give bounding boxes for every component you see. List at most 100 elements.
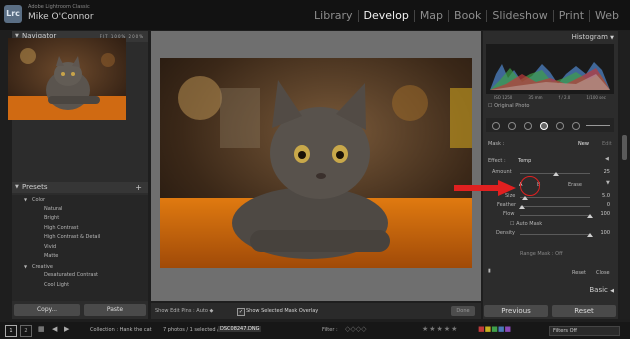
main-photo[interactable] bbox=[160, 58, 472, 268]
density-slider-track[interactable] bbox=[520, 234, 590, 235]
filter-label: Filter : bbox=[322, 327, 338, 333]
preset-group-creative[interactable]: ▼ Creative bbox=[12, 262, 148, 272]
user-name: Mike O'Connor bbox=[28, 12, 94, 22]
mask-overlay-label: Show Selected Mask Overlay bbox=[246, 308, 319, 314]
red-eye-icon[interactable] bbox=[524, 122, 532, 130]
effect-dropdown[interactable]: Temp bbox=[518, 158, 531, 164]
tool-strip bbox=[486, 118, 614, 132]
presets-header[interactable]: ▼ Presets + bbox=[12, 182, 148, 193]
collapse-triangle-icon[interactable]: ◀ bbox=[610, 288, 614, 294]
erase-button[interactable]: Erase bbox=[568, 182, 582, 188]
exif-info: ISO 1250 35 mm f / 2.0 1/100 sec bbox=[494, 95, 606, 100]
spot-removal-icon[interactable] bbox=[508, 122, 516, 130]
flow-slider-track[interactable] bbox=[520, 215, 590, 216]
copy-button[interactable]: Copy... bbox=[14, 304, 80, 316]
presets-list: ▼ Color Natural Bright High Contrast High… bbox=[12, 195, 148, 301]
expand-triangle-icon[interactable]: ▼ bbox=[24, 262, 32, 272]
collection-path[interactable]: Collection : Hank the cat bbox=[90, 327, 152, 333]
filters-off-dropdown[interactable]: Filters Off bbox=[549, 326, 620, 336]
preset-item[interactable]: Vivid bbox=[12, 243, 148, 253]
right-panel-scrollbar[interactable] bbox=[620, 31, 630, 319]
preset-item[interactable]: Desaturated Contrast bbox=[12, 271, 148, 281]
preset-item[interactable]: High Contrast bbox=[12, 224, 148, 234]
crop-tool-icon[interactable] bbox=[492, 122, 500, 130]
adjustment-brush-icon[interactable] bbox=[572, 122, 580, 130]
paste-button[interactable]: Paste bbox=[84, 304, 146, 316]
mask-reset-button[interactable]: Reset bbox=[572, 270, 586, 276]
graduated-filter-icon[interactable] bbox=[540, 122, 548, 130]
module-picker: Library Develop Map Book Slideshow Print… bbox=[309, 10, 624, 22]
lightroom-logo-icon: Lrc bbox=[4, 5, 22, 23]
density-label: Density bbox=[496, 230, 516, 236]
filmstrip-bar: 1 2 ▦ ◀ ▶ Collection : Hank the cat 7 ph… bbox=[0, 322, 630, 339]
mask-overlay-checkbox[interactable]: ✓ bbox=[237, 308, 245, 316]
module-print[interactable]: Print bbox=[552, 10, 589, 22]
density-value[interactable]: 100 bbox=[590, 230, 610, 236]
basic-header[interactable]: Basic ◀ bbox=[483, 286, 614, 296]
effect-label: Effect : bbox=[488, 158, 506, 164]
center-toolbar: Show Edit Pins : Auto ◆ ✓ Show Selected … bbox=[151, 303, 481, 319]
back-arrow-icon[interactable]: ◀ bbox=[52, 325, 57, 333]
grid-view-icon[interactable]: ▦ bbox=[38, 325, 45, 333]
red-arrow-annotation bbox=[454, 180, 516, 196]
preset-item[interactable]: Cool Light bbox=[12, 281, 148, 291]
size-slider-thumb[interactable] bbox=[522, 196, 528, 200]
presets-title: Presets bbox=[22, 183, 48, 191]
preset-item[interactable]: High Contrast & Detail bbox=[12, 233, 148, 243]
previous-button[interactable]: Previous bbox=[484, 305, 548, 317]
feather-value[interactable]: 0 bbox=[590, 202, 610, 208]
flow-value[interactable]: 100 bbox=[590, 211, 610, 217]
expand-triangle-icon[interactable]: ▼ bbox=[24, 195, 32, 205]
collapse-triangle-icon[interactable]: ▼ bbox=[15, 182, 19, 193]
module-web[interactable]: Web bbox=[589, 10, 624, 22]
mask-close-button[interactable]: Close bbox=[596, 270, 610, 276]
brush-pin-icon[interactable]: ▮ bbox=[488, 268, 491, 274]
rating-filter-stars[interactable]: ★★★★★ bbox=[422, 325, 458, 333]
amount-label: Amount bbox=[492, 169, 512, 175]
histogram-header[interactable]: Histogram ▼ bbox=[483, 33, 614, 43]
module-library[interactable]: Library bbox=[309, 10, 357, 22]
app-name: Adobe Lightroom Classic bbox=[28, 4, 90, 10]
effect-collapse-icon[interactable]: ◀ bbox=[605, 156, 609, 162]
amount-value[interactable]: 25 bbox=[590, 169, 610, 175]
reset-button[interactable]: Reset bbox=[552, 305, 616, 317]
preset-item[interactable]: Bright bbox=[12, 214, 148, 224]
module-develop[interactable]: Develop bbox=[357, 10, 414, 22]
feather-slider-thumb[interactable] bbox=[519, 205, 525, 209]
color-label-filter[interactable]: ■■■■■ bbox=[478, 325, 511, 333]
add-preset-icon[interactable]: + bbox=[135, 182, 142, 193]
mask-edit-button[interactable]: Edit bbox=[602, 141, 612, 147]
preset-group-color[interactable]: ▼ Color bbox=[12, 195, 148, 205]
histogram bbox=[486, 44, 614, 94]
navigator-preview-image[interactable] bbox=[8, 38, 126, 120]
forward-arrow-icon[interactable]: ▶ bbox=[64, 325, 69, 333]
size-slider-track[interactable] bbox=[520, 197, 590, 198]
range-mask-dropdown[interactable]: Range Mask : Off bbox=[520, 251, 563, 257]
brush-collapse-icon[interactable]: ▼ bbox=[606, 180, 610, 186]
done-button[interactable]: Done bbox=[451, 306, 475, 316]
mask-new-button[interactable]: New bbox=[578, 141, 589, 147]
main-window-button[interactable]: 1 bbox=[5, 325, 17, 337]
photo-count: 7 photos / 1 selected / bbox=[163, 327, 219, 333]
flow-label: Flow bbox=[503, 211, 515, 217]
red-circle-annotation bbox=[520, 176, 540, 196]
original-photo-checkbox[interactable]: ☐ Original Photo bbox=[488, 103, 530, 109]
auto-mask-checkbox[interactable]: ☐ Auto Mask bbox=[510, 221, 542, 227]
second-window-button[interactable]: 2 bbox=[20, 325, 32, 337]
radial-filter-icon[interactable] bbox=[556, 122, 564, 130]
amount-slider-thumb[interactable] bbox=[553, 172, 559, 176]
mask-label: Mask : bbox=[488, 141, 505, 147]
feather-label: Feather bbox=[497, 202, 517, 208]
size-value[interactable]: 5.0 bbox=[590, 193, 610, 199]
filename[interactable]: DSC08247.DNG bbox=[218, 326, 262, 332]
preset-item[interactable]: Natural bbox=[12, 205, 148, 215]
collapse-triangle-icon[interactable]: ▼ bbox=[610, 35, 614, 41]
module-slideshow[interactable]: Slideshow bbox=[486, 10, 552, 22]
feather-slider-track[interactable] bbox=[520, 206, 590, 207]
module-map[interactable]: Map bbox=[413, 10, 448, 22]
scrollbar-thumb[interactable] bbox=[622, 135, 627, 160]
show-edit-pins-label[interactable]: Show Edit Pins : Auto ◆ bbox=[155, 308, 213, 314]
module-book[interactable]: Book bbox=[448, 10, 486, 22]
flag-filter-icons[interactable]: ◇◇◇◇ bbox=[345, 325, 367, 333]
preset-item[interactable]: Matte bbox=[12, 252, 148, 262]
